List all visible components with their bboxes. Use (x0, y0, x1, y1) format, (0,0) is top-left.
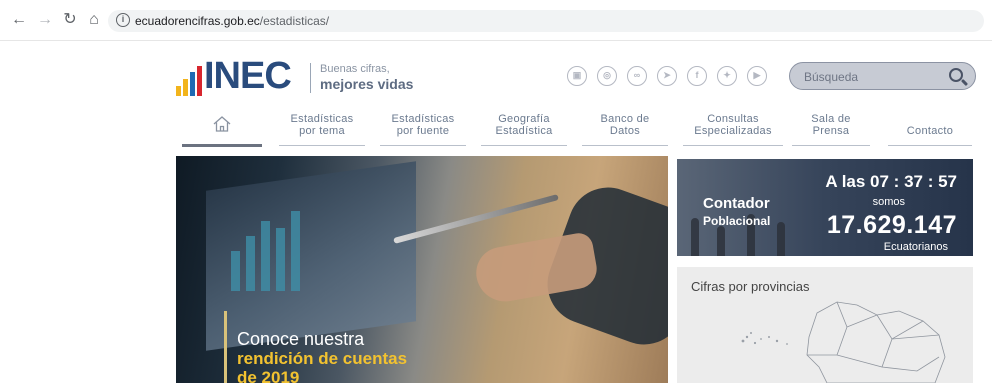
nav-label: Estadísticas (290, 113, 354, 125)
nav-label: Sala de (811, 113, 851, 125)
slogan: Buenas cifras, mejores vidas (310, 63, 413, 93)
hero-pen-image (393, 194, 559, 244)
hero-chart-bar (291, 211, 300, 291)
hero-chart-bar (261, 221, 270, 291)
hero-line1: Conoce nuestra (237, 329, 365, 349)
nav-label: Banco de (600, 113, 650, 125)
nav-geografia-estadistica[interactable]: Geografía Estadística (481, 108, 567, 146)
nav-banco-de-datos[interactable]: Banco de Datos (582, 108, 668, 146)
population-counter[interactable]: Contador Poblacional A las 07 : 37 : 57 … (677, 159, 973, 256)
url-text[interactable]: ecuadorencifras.gob.ec/estadisticas/ (135, 14, 329, 28)
back-arrow-icon[interactable]: ← (10, 11, 28, 29)
population-number: 17.629.147 (826, 211, 957, 239)
nav-label: Estadísticas (391, 113, 455, 125)
slogan-line1: Buenas cifras, (320, 63, 390, 75)
url-host: ecuadorencifras.gob.ec (135, 14, 260, 28)
logo-bar-icon (176, 86, 181, 96)
url-path: /estadisticas/ (259, 14, 330, 28)
twitter-icon[interactable]: ✦ (717, 66, 737, 86)
logo-bar-icon (190, 72, 195, 96)
site-info-icon[interactable]: i (116, 13, 130, 27)
search-box[interactable] (789, 62, 976, 90)
nav-underline (279, 145, 365, 146)
people-silhouette (777, 222, 785, 256)
map-province-border (807, 326, 848, 356)
nav-underline (888, 145, 972, 146)
nav-label: Datos (609, 125, 641, 137)
nav-label: Contacto (906, 125, 954, 137)
counter-somos: somos (872, 196, 905, 208)
hero-banner[interactable]: Conoce nuestra rendición de cuentas de 2… (176, 156, 668, 383)
home-icon (213, 116, 231, 132)
nav-estadisticas-por-tema[interactable]: Estadísticas por tema (279, 108, 365, 146)
nav-underline (683, 145, 783, 146)
nav-label: por fuente (396, 125, 450, 137)
hero-chart-bar (231, 251, 240, 291)
reload-icon[interactable]: ↻ (61, 11, 79, 29)
telegram-icon[interactable]: ➤ (657, 66, 677, 86)
hero-caption: Conoce nuestra rendición de cuentas de 2… (224, 311, 407, 383)
nav-label: Estadística (495, 125, 553, 137)
logo-bar-icon (197, 66, 202, 96)
galapagos-island (750, 332, 752, 334)
nav-consultas-especializadas[interactable]: Consultas Especializadas (683, 108, 783, 146)
nav-label: por tema (299, 125, 345, 137)
ecuador-map[interactable] (677, 267, 973, 383)
nav-label: Geografía (498, 113, 550, 125)
nav-underline (182, 144, 262, 147)
map-outline (806, 301, 946, 383)
search-input[interactable] (802, 68, 936, 86)
galapagos-island (741, 339, 745, 343)
nav-home[interactable] (182, 108, 262, 147)
galapagos-island (768, 336, 770, 338)
youtube-icon[interactable]: ▶ (747, 66, 767, 86)
nav-label: Consultas (707, 113, 759, 125)
nav-estadisticas-por-fuente[interactable]: Estadísticas por fuente (380, 108, 466, 146)
map-province-border (891, 334, 940, 340)
galapagos-island (775, 339, 779, 343)
counter-sublabel: Poblacional (703, 214, 771, 228)
hero-line2: rendición de cuentas (237, 349, 408, 368)
hero-chart-bar (276, 228, 285, 291)
nav-underline (481, 145, 567, 146)
nav-label: Especializadas (694, 125, 772, 137)
nav-underline (582, 145, 668, 146)
map-province-border (836, 301, 878, 328)
logo-bar-icon (183, 79, 188, 96)
flickr-icon[interactable]: ∞ (627, 66, 647, 86)
blog-icon[interactable]: ▣ (567, 66, 587, 86)
galapagos-island (786, 343, 788, 345)
nav-label: Prensa (812, 125, 850, 137)
map-province-border (881, 356, 940, 372)
counter-ecuatorianos: Ecuatorianos (883, 241, 948, 253)
map-province-border (876, 314, 924, 340)
people-silhouette (717, 226, 725, 256)
logo-text: INEC (204, 55, 292, 97)
nav-underline (380, 145, 466, 146)
nav-sala-de-prensa[interactable]: Sala de Prensa (792, 108, 870, 146)
counter-time: A las 07 : 37 : 57 (825, 172, 957, 191)
nav-underline (792, 145, 870, 146)
galapagos-island (745, 335, 749, 339)
galapagos-island (760, 338, 762, 340)
address-bar[interactable]: i ecuadorencifras.gob.ec/estadisticas/ (108, 10, 984, 32)
search-icon[interactable] (949, 68, 963, 82)
main-nav: Estadísticas por tema Estadísticas por fue… (176, 108, 972, 147)
hero-line3: de 2019 (237, 368, 300, 383)
facebook-icon[interactable]: f (687, 66, 707, 86)
forward-arrow-icon[interactable]: → (36, 11, 54, 29)
counter-label: Contador (703, 195, 770, 212)
map-province-border (836, 338, 893, 368)
browser-toolbar: ← → ↻ ⌂ i ecuadorencifras.gob.ec/estadis… (0, 0, 992, 41)
provinces-panel[interactable]: Cifras por provincias (677, 267, 973, 383)
people-silhouette (691, 218, 699, 256)
instagram-icon[interactable]: ◎ (597, 66, 617, 86)
hero-chart-bar (246, 236, 255, 291)
nav-contacto[interactable]: Contacto (888, 108, 972, 146)
galapagos-island (753, 341, 757, 345)
slogan-line2: mejores vidas (320, 76, 414, 92)
home-browser-icon[interactable]: ⌂ (85, 11, 103, 29)
